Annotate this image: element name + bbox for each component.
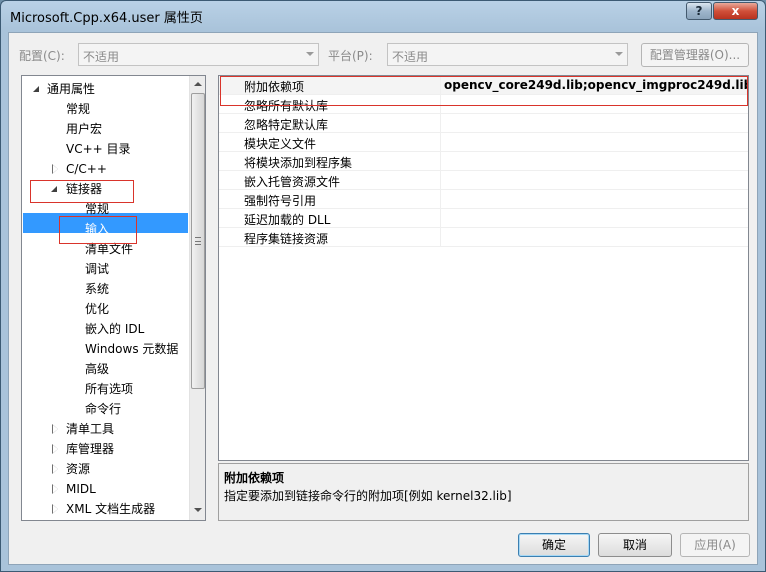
scroll-up-icon[interactable] bbox=[194, 82, 202, 86]
tree-item-label: 清单工具 bbox=[66, 422, 115, 436]
tree-item-label: VC++ 目录 bbox=[66, 142, 131, 156]
tree-item-label: 命令行 bbox=[85, 402, 122, 416]
tree-item-command-line[interactable]: 命令行 bbox=[22, 399, 187, 419]
tree-item-label: Windows 元数据 bbox=[85, 342, 179, 356]
tree-item-resources[interactable]: 资源 bbox=[22, 459, 187, 479]
tree-item-label: 高级 bbox=[85, 362, 110, 376]
title-bar[interactable]: Microsoft.Cpp.x64.user 属性页 ? x bbox=[1, 1, 765, 31]
annotation-box-additional-dependencies bbox=[220, 76, 748, 106]
grid-row-add-module-to-assembly[interactable]: 将模块添加到程序集 bbox=[219, 152, 748, 171]
collapsed-arrow-fill bbox=[53, 445, 58, 453]
scroll-down-icon[interactable] bbox=[194, 508, 202, 512]
chevron-down-icon bbox=[615, 52, 623, 56]
tree-item-c-cpp[interactable]: C/C++ bbox=[22, 159, 187, 179]
configuration-value: 不适用 bbox=[83, 50, 120, 64]
grid-row-delay-loaded-dlls[interactable]: 延迟加载的 DLL bbox=[219, 209, 748, 228]
ok-button[interactable]: 确定 bbox=[518, 533, 590, 557]
scroll-thumb[interactable] bbox=[191, 93, 205, 389]
tree-item-common-properties[interactable]: 通用属性 bbox=[22, 79, 187, 99]
description-title: 附加依赖项 bbox=[224, 471, 285, 485]
tree-item-system[interactable]: 系统 bbox=[22, 279, 187, 299]
tree-item-label: 所有选项 bbox=[85, 382, 134, 396]
tree-item-advanced[interactable]: 高级 bbox=[22, 359, 187, 379]
expanded-arrow-icon bbox=[33, 86, 39, 92]
platform-value: 不适用 bbox=[392, 50, 429, 64]
tree-item-label: XML 文档生成器 bbox=[66, 502, 156, 516]
tree-item-all-options[interactable]: 所有选项 bbox=[22, 379, 187, 399]
tree-item-midl[interactable]: MIDL bbox=[22, 479, 187, 499]
tree-item-optimization[interactable]: 优化 bbox=[22, 299, 187, 319]
annotation-box-input bbox=[59, 216, 137, 244]
tree-item-label: MIDL bbox=[66, 482, 96, 496]
tree-item-label: 通用属性 bbox=[47, 82, 96, 96]
tree-scrollbar[interactable] bbox=[189, 76, 205, 520]
grid-row-assembly-link-resource[interactable]: 程序集链接资源 bbox=[219, 228, 748, 247]
tree-item-manifest-tool[interactable]: 清单工具 bbox=[22, 419, 187, 439]
column-separator bbox=[440, 209, 441, 228]
tree-item-label: 常规 bbox=[66, 102, 91, 116]
grid-row-module-definition-file[interactable]: 模块定义文件 bbox=[219, 133, 748, 152]
configuration-manager-button[interactable]: 配置管理器(O)... bbox=[641, 43, 749, 67]
property-name: 模块定义文件 bbox=[244, 137, 317, 151]
property-name: 将模块添加到程序集 bbox=[244, 156, 353, 170]
close-button[interactable]: x bbox=[713, 2, 758, 20]
tree-item-xml-doc-generator[interactable]: XML 文档生成器 bbox=[22, 499, 187, 519]
tree-item-label: 优化 bbox=[85, 302, 110, 316]
tree-item-windows-metadata[interactable]: Windows 元数据 bbox=[22, 339, 187, 359]
property-name: 忽略特定默认库 bbox=[244, 118, 329, 132]
platform-select[interactable]: 不适用 bbox=[387, 43, 628, 66]
column-separator bbox=[440, 190, 441, 209]
grip-icon bbox=[195, 237, 201, 245]
collapsed-arrow-fill bbox=[53, 465, 58, 473]
column-separator bbox=[440, 228, 441, 247]
description-text: 指定要添加到链接命令行的附加项[例如 kernel32.lib] bbox=[224, 489, 512, 503]
property-name: 程序集链接资源 bbox=[244, 232, 329, 246]
tree-item-librarian[interactable]: 库管理器 bbox=[22, 439, 187, 459]
apply-button[interactable]: 应用(A) bbox=[680, 533, 750, 557]
tree-item-user-macros[interactable]: 用户宏 bbox=[22, 119, 187, 139]
annotation-box-linker bbox=[30, 180, 134, 203]
tree-item-label: 调试 bbox=[85, 262, 110, 276]
tree-item-label: 系统 bbox=[85, 282, 110, 296]
properties-dialog: Microsoft.Cpp.x64.user 属性页 ? x 配置(C): 不适… bbox=[0, 0, 766, 572]
platform-label: 平台(P): bbox=[328, 49, 373, 63]
cancel-button[interactable]: 取消 bbox=[598, 533, 672, 557]
configuration-select[interactable]: 不适用 bbox=[78, 43, 319, 66]
collapsed-arrow-fill bbox=[53, 485, 58, 493]
property-name: 延迟加载的 DLL bbox=[244, 213, 331, 227]
configuration-label: 配置(C): bbox=[19, 49, 65, 63]
description-panel: 附加依赖项 指定要添加到链接命令行的附加项[例如 kernel32.lib] bbox=[218, 463, 749, 521]
collapsed-arrow-fill bbox=[53, 505, 58, 513]
help-button[interactable]: ? bbox=[686, 2, 712, 20]
grid-row-force-symbol-references[interactable]: 强制符号引用 bbox=[219, 190, 748, 209]
column-separator bbox=[440, 133, 441, 152]
grid-row-embed-managed-resource[interactable]: 嵌入托管资源文件 bbox=[219, 171, 748, 190]
dialog-client-area: 配置(C): 不适用 平台(P): 不适用 配置管理器(O)... 通用属性 常… bbox=[8, 32, 758, 565]
tree-item-debugging[interactable]: 调试 bbox=[22, 259, 187, 279]
tree-item-label: 资源 bbox=[66, 462, 91, 476]
tree-item-embedded-idl[interactable]: 嵌入的 IDL bbox=[22, 319, 187, 339]
tree-item-label: 用户宏 bbox=[66, 122, 103, 136]
collapsed-arrow-fill bbox=[53, 165, 58, 173]
property-name: 嵌入托管资源文件 bbox=[244, 175, 341, 189]
column-separator bbox=[440, 171, 441, 190]
column-separator bbox=[440, 152, 441, 171]
tree-item-label: 嵌入的 IDL bbox=[85, 322, 145, 336]
window-title: Microsoft.Cpp.x64.user 属性页 bbox=[10, 11, 203, 26]
tree-item-label: 库管理器 bbox=[66, 442, 115, 456]
column-separator bbox=[440, 114, 441, 133]
tree-item-vc-directories[interactable]: VC++ 目录 bbox=[22, 139, 187, 159]
property-tree[interactable]: 通用属性 常规 用户宏 VC++ 目录 C/C++ 链接器 常规 输入 清单文件… bbox=[21, 75, 206, 521]
property-name: 强制符号引用 bbox=[244, 194, 317, 208]
grid-row-ignore-specific-default-libs[interactable]: 忽略特定默认库 bbox=[219, 114, 748, 133]
collapsed-arrow-fill bbox=[53, 425, 58, 433]
property-grid[interactable]: 附加依赖项 opencv_core249d.lib;opencv_imgproc… bbox=[218, 75, 749, 461]
chevron-down-icon bbox=[306, 52, 314, 56]
tree-item-general[interactable]: 常规 bbox=[22, 99, 187, 119]
tree-item-label: C/C++ bbox=[66, 162, 107, 176]
